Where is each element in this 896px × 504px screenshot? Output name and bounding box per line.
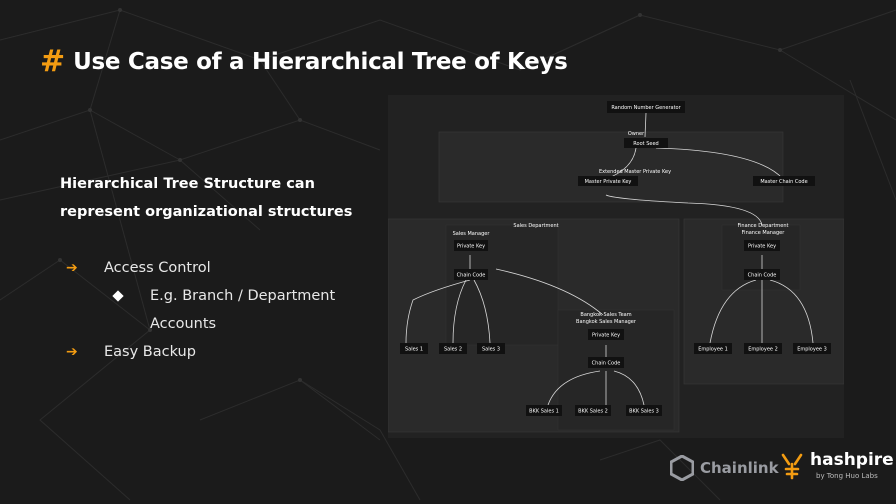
hashpire-wordmark: hashpire [810, 450, 894, 470]
node-bkk-sales-2-label: BKK Sales 2 [578, 409, 608, 415]
bullet-text: Access Control [104, 260, 211, 276]
chainlink-wordmark: Chainlink [700, 459, 779, 477]
node-bkk-chain-code-label: Chain Code [592, 361, 621, 367]
node-finance-chain-code-label: Chain Code [748, 273, 777, 279]
description-line-1: Hierarchical Tree Structure can [60, 176, 315, 192]
description: Hierarchical Tree Structure can represen… [60, 170, 380, 226]
node-finance-private-key-label: Private Key [748, 244, 776, 250]
hash-icon: # [40, 44, 66, 79]
node-owner-label: Owner [628, 131, 645, 137]
node-sales-3-label: Sales 3 [482, 347, 500, 353]
arrow-right-icon: ➔ [66, 344, 78, 360]
title-text: Use Case of a Hierarchical Tree of Keys [73, 49, 568, 75]
key-tree-diagram: Random Number Generator Owner Root Seed … [388, 95, 844, 438]
bangkok-manager-label: Bangkok Sales Manager [576, 319, 637, 325]
node-root-seed-label: Root Seed [633, 141, 658, 147]
node-rng-label: Random Number Generator [611, 105, 681, 111]
sales-department-label: Sales Department [513, 223, 558, 229]
owner-region [438, 131, 784, 203]
node-master-chain-code-label: Master Chain Code [760, 179, 807, 185]
node-bkk-sales-1-label: BKK Sales 1 [529, 409, 559, 415]
node-sales-2-label: Sales 2 [444, 347, 462, 353]
bangkok-team-label: Bangkok Sales Team [580, 312, 631, 318]
hashpire-subtitle: by Tong Huo Labs [816, 472, 878, 480]
empk-title: Extended Master Private Key [599, 169, 671, 175]
node-employee-2-label: Employee 2 [748, 347, 778, 353]
finance-manager-label: Finance Manager [742, 230, 786, 236]
node-sales-chain-code-label: Chain Code [457, 273, 486, 279]
node-employee-1-label: Employee 1 [698, 347, 728, 353]
slide-title: # Use Case of a Hierarchical Tree of Key… [40, 44, 568, 80]
sales-manager-label: Sales Manager [453, 231, 491, 237]
node-sales-private-key-label: Private Key [457, 244, 485, 250]
bullet-text: Easy Backup [104, 344, 196, 360]
tree-svg: Random Number Generator Owner Root Seed … [388, 101, 844, 433]
node-bkk-sales-3-label: BKK Sales 3 [629, 409, 659, 415]
node-bkk-private-key-label: Private Key [592, 333, 620, 339]
node-master-private-key-label: Master Private Key [585, 179, 632, 185]
arrow-right-icon: ➔ [66, 260, 78, 276]
node-employee-3-label: Employee 3 [797, 347, 827, 353]
chainlink-hexagon-icon [670, 455, 694, 481]
node-sales-1-label: Sales 1 [405, 347, 423, 353]
description-line-2: represent organizational structures [60, 204, 353, 220]
chainlink-logo: Chainlink [670, 455, 779, 481]
hashpire-mark-icon [781, 453, 803, 480]
finance-department-label: Finance Department [738, 223, 789, 229]
sub-bullet-text-1: E.g. Branch / Department [150, 288, 336, 304]
sub-bullet-text-2: Accounts [150, 316, 217, 332]
